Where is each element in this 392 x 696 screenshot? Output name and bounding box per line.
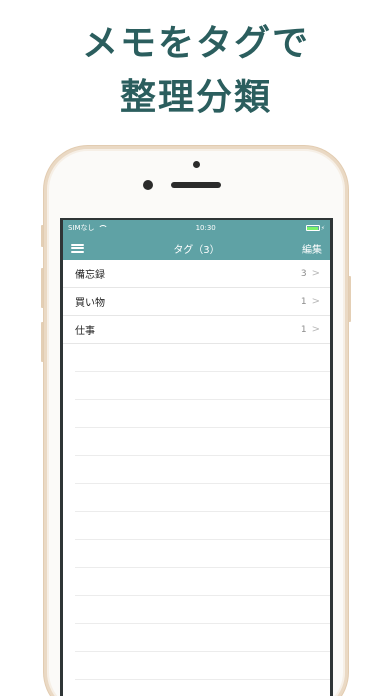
empty-list-row [75, 372, 330, 400]
empty-list-row [75, 428, 330, 456]
front-camera [143, 180, 153, 190]
headline-line-1: メモをタグで [81, 23, 310, 64]
phone-power-button [348, 276, 351, 322]
headline-line-2: 整理分類 [119, 77, 272, 118]
app-view: SIMなし 10:30 ⚡ タグ（3） 編集 備忘録 3 > 買い物 1 > 仕… [63, 220, 330, 696]
empty-list-row [75, 652, 330, 680]
tag-count: 1 [300, 324, 307, 335]
empty-list-row [75, 624, 330, 652]
proximity-sensor [193, 161, 200, 168]
tag-name: 買い物 [75, 298, 105, 309]
status-bar: SIMなし 10:30 ⚡ [63, 220, 330, 236]
chevron-right-icon: > [311, 296, 320, 307]
empty-list-row [75, 484, 330, 512]
empty-list-row [75, 512, 330, 540]
empty-list-row [75, 540, 330, 568]
carrier-label: SIMなし [68, 224, 95, 232]
chevron-right-icon: > [311, 324, 320, 335]
empty-list-row [75, 568, 330, 596]
nav-title: タグ（3） [173, 244, 220, 256]
status-left: SIMなし [68, 223, 108, 233]
tag-list: 備忘録 3 > 買い物 1 > 仕事 1 > [63, 260, 330, 680]
empty-list-row [75, 596, 330, 624]
navigation-bar: タグ（3） 編集 [63, 236, 330, 260]
empty-list-row [75, 344, 330, 372]
phone-screen: SIMなし 10:30 ⚡ タグ（3） 編集 備忘録 3 > 買い物 1 > 仕… [60, 218, 333, 696]
tag-row-shopping[interactable]: 買い物 1 > [63, 288, 330, 316]
tag-count: 3 [300, 268, 307, 279]
hamburger-menu-icon[interactable] [71, 243, 84, 253]
chevron-right-icon: > [311, 268, 320, 279]
tag-count: 1 [300, 296, 307, 307]
tag-name: 仕事 [75, 326, 95, 337]
tag-row-memo[interactable]: 備忘録 3 > [63, 260, 330, 288]
empty-list-row [75, 456, 330, 484]
empty-list-row [75, 400, 330, 428]
earpiece-speaker [171, 182, 221, 188]
battery-icon: ⚡ [305, 225, 325, 232]
tag-row-work[interactable]: 仕事 1 > [63, 316, 330, 344]
tag-name: 備忘録 [75, 270, 105, 281]
status-time: 10:30 [195, 224, 216, 232]
edit-button[interactable]: 編集 [302, 241, 322, 256]
wifi-icon [97, 225, 108, 231]
